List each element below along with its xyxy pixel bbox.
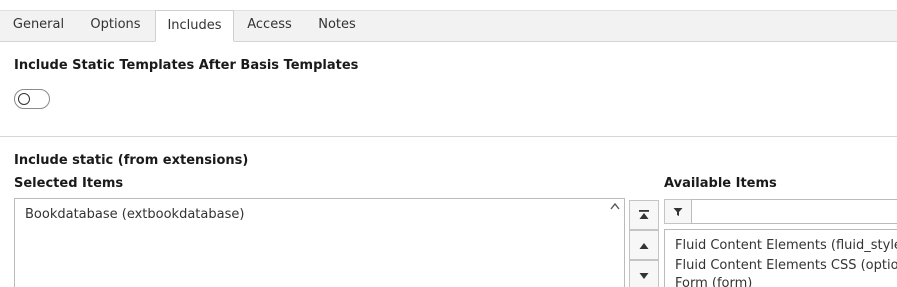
selected-items-label: Selected Items bbox=[14, 176, 124, 191]
available-items-label: Available Items bbox=[664, 176, 777, 191]
tab-notes[interactable]: Notes bbox=[305, 10, 369, 42]
static-templates-toggle[interactable] bbox=[14, 89, 50, 109]
list-item[interactable]: Form (form) bbox=[675, 276, 752, 287]
tab-label: Notes bbox=[318, 17, 356, 32]
filter-button[interactable] bbox=[664, 199, 692, 224]
toggle-knob bbox=[18, 93, 30, 105]
move-up-button[interactable] bbox=[629, 230, 659, 260]
tab-access[interactable]: Access bbox=[234, 10, 305, 42]
include-static-title: Include static (from extensions) bbox=[14, 153, 249, 168]
filter-icon bbox=[673, 202, 683, 221]
section-divider bbox=[0, 136, 897, 137]
available-items-list[interactable]: Fluid Content Elements (fluid_styled_con… bbox=[664, 229, 897, 287]
tab-general[interactable]: General bbox=[0, 10, 77, 42]
tab-label: Options bbox=[90, 17, 141, 32]
list-item[interactable]: Fluid Content Elements CSS (optional) (f… bbox=[675, 258, 897, 273]
selected-items-list[interactable]: Bookdatabase (extbookdatabase) bbox=[14, 198, 625, 287]
tab-bar: General Options Includes Access Notes bbox=[0, 10, 897, 42]
scroll-up-icon[interactable] bbox=[610, 202, 620, 212]
move-to-top-icon bbox=[638, 206, 650, 225]
move-up-icon bbox=[638, 236, 650, 255]
move-to-top-button[interactable] bbox=[629, 200, 659, 230]
tab-label: Includes bbox=[167, 18, 222, 33]
tab-label: General bbox=[12, 17, 65, 32]
move-down-icon bbox=[638, 266, 650, 285]
static-templates-title: Include Static Templates After Basis Tem… bbox=[14, 58, 359, 73]
tab-includes[interactable]: Includes bbox=[155, 10, 234, 42]
list-item[interactable]: Bookdatabase (extbookdatabase) bbox=[25, 207, 244, 222]
list-item[interactable]: Fluid Content Elements (fluid_styled_con… bbox=[675, 238, 897, 253]
tab-options[interactable]: Options bbox=[77, 10, 154, 42]
move-down-button[interactable] bbox=[629, 260, 659, 287]
filter-input[interactable] bbox=[691, 199, 897, 224]
tab-label: Access bbox=[247, 17, 292, 32]
